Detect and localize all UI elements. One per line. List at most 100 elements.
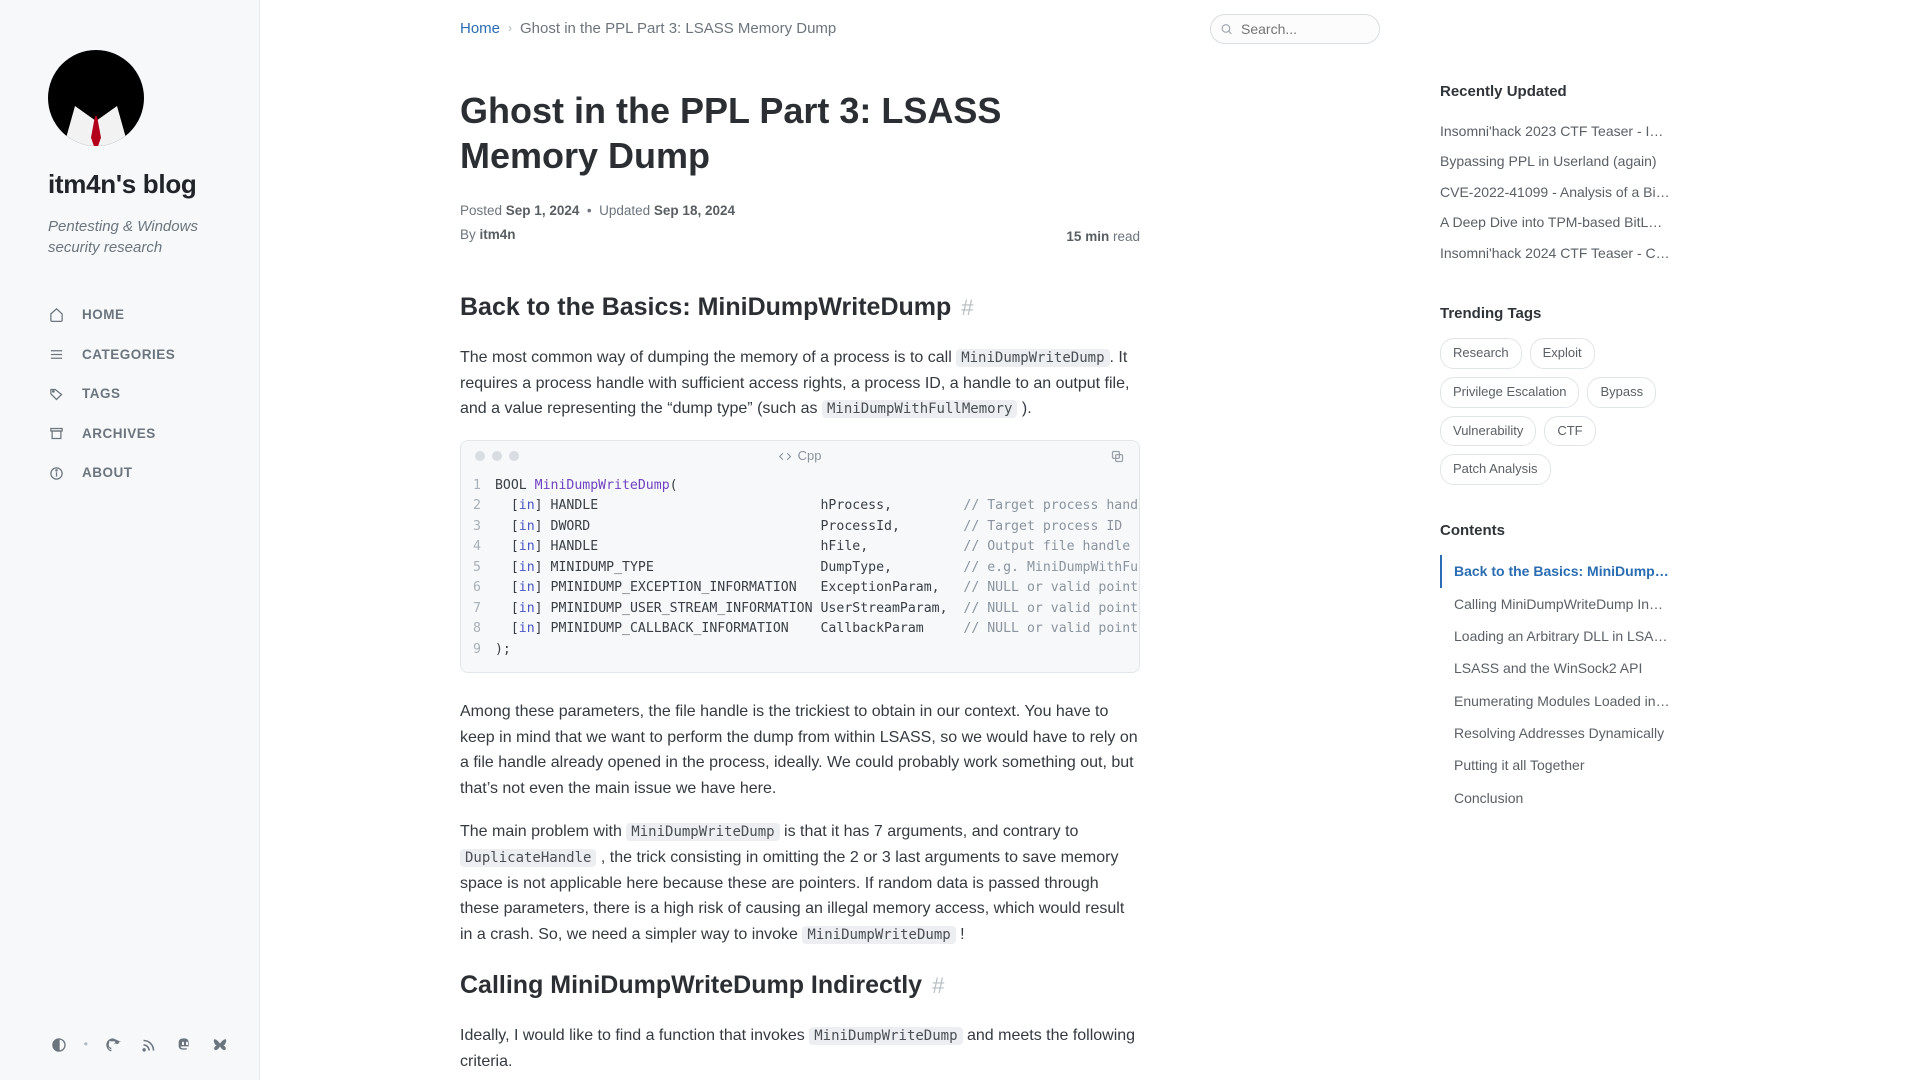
mastodon-icon[interactable] xyxy=(174,1030,196,1060)
separator-dot: • xyxy=(84,1035,88,1054)
sidebar-footer: • xyxy=(48,1030,231,1060)
toc-item[interactable]: Conclusion xyxy=(1440,782,1670,814)
toc-item[interactable]: Enumerating Modules Loaded in LSASS xyxy=(1440,685,1670,717)
readtime-value: 15 min xyxy=(1066,229,1109,244)
tag-pill[interactable]: Vulnerability xyxy=(1440,416,1536,447)
text: The most common way of dumping the memor… xyxy=(460,349,956,366)
updated-date: Sep 18, 2024 xyxy=(654,203,735,218)
github-icon[interactable] xyxy=(102,1030,124,1060)
nav-label: CATEGORIES xyxy=(82,344,175,366)
text: Ideally, I would like to find a function… xyxy=(460,1027,809,1044)
search xyxy=(1210,14,1380,44)
home-icon xyxy=(48,307,64,323)
paragraph: Ideally, I would like to find a function… xyxy=(460,1023,1140,1074)
toc-item[interactable]: Back to the Basics: MiniDumpWriteDump xyxy=(1440,555,1670,587)
copy-icon xyxy=(1110,449,1125,464)
paragraph: The most common way of dumping the memor… xyxy=(460,345,1140,422)
recent-item[interactable]: Insomni'hack 2023 CTF Teaser - InsoBug xyxy=(1440,116,1670,146)
article-title: Ghost in the PPL Part 3: LSASS Memory Du… xyxy=(460,88,1140,178)
toc-item[interactable]: Loading an Arbitrary DLL in LSASS xyxy=(1440,620,1670,652)
recent-item[interactable]: CVE-2022-41099 - Analysis of a BitLocker… xyxy=(1440,177,1670,207)
rss-icon[interactable] xyxy=(138,1030,160,1060)
breadcrumb-separator: › xyxy=(508,19,512,38)
toc-item[interactable]: Putting it all Together xyxy=(1440,749,1670,781)
inline-code: DuplicateHandle xyxy=(460,849,596,867)
toc-item[interactable]: Resolving Addresses Dynamically xyxy=(1440,717,1670,749)
inline-code: MiniDumpWriteDump xyxy=(809,1027,962,1045)
nav-categories[interactable]: CATEGORIES xyxy=(48,335,231,375)
paragraph: Among these parameters, the file handle … xyxy=(460,699,1140,801)
avatar[interactable] xyxy=(48,50,144,146)
nav-archives[interactable]: ARCHIVES xyxy=(48,414,231,454)
code-icon xyxy=(779,450,792,463)
site-title[interactable]: itm4n's blog xyxy=(48,164,231,206)
right-sidebar: Recently Updated Insomni'hack 2023 CTF T… xyxy=(1440,0,1700,1080)
code-language-label: Cpp xyxy=(779,446,822,467)
updated-label: Updated xyxy=(599,203,650,218)
posted-label: Posted xyxy=(460,203,502,218)
code-gutter: 123456789 xyxy=(461,476,495,660)
posted-date: Sep 1, 2024 xyxy=(506,203,580,218)
article-body: Back to the Basics: MiniDumpWriteDump # … xyxy=(460,287,1140,1080)
meta-separator: • xyxy=(583,203,599,218)
nav-label: HOME xyxy=(82,304,125,326)
tag-pill[interactable]: CTF xyxy=(1544,416,1595,447)
recently-updated: Recently Updated Insomni'hack 2023 CTF T… xyxy=(1440,80,1670,268)
article-meta: Posted Sep 1, 2024 • Updated Sep 18, 202… xyxy=(460,200,1140,247)
nav-label: ARCHIVES xyxy=(82,423,156,445)
anchor-icon[interactable]: # xyxy=(961,290,973,325)
text: ! xyxy=(956,926,965,943)
code-language-text: Cpp xyxy=(798,446,822,467)
breadcrumb-current: Ghost in the PPL Part 3: LSASS Memory Du… xyxy=(520,17,836,41)
toc-item[interactable]: LSASS and the WinSock2 API xyxy=(1440,652,1670,684)
tag-pill[interactable]: Privilege Escalation xyxy=(1440,377,1579,408)
heading-back-to-basics: Back to the Basics: MiniDumpWriteDump # xyxy=(460,287,1140,327)
tags-list: Research Exploit Privilege Escalation Bypas… xyxy=(1440,338,1670,485)
search-input[interactable] xyxy=(1210,14,1380,44)
main: Home › Ghost in the PPL Part 3: LSASS Me… xyxy=(260,0,1920,1080)
text: The main problem with xyxy=(460,823,626,840)
breadcrumb: Home › Ghost in the PPL Part 3: LSASS Me… xyxy=(460,17,836,41)
nav-home[interactable]: HOME xyxy=(48,295,231,335)
toc-list: Back to the Basics: MiniDumpWriteDumpCal… xyxy=(1440,555,1670,814)
anchor-icon[interactable]: # xyxy=(932,968,944,1003)
recent-heading: Recently Updated xyxy=(1440,80,1670,104)
inline-code: MiniDumpWriteDump xyxy=(626,823,779,841)
tags-heading: Trending Tags xyxy=(1440,302,1670,326)
tag-pill[interactable]: Bypass xyxy=(1587,377,1656,408)
info-icon xyxy=(48,465,64,481)
copy-button[interactable] xyxy=(1110,449,1125,464)
window-dots-icon xyxy=(475,451,519,461)
nav-tags[interactable]: TAGS xyxy=(48,374,231,414)
recent-item[interactable]: Insomni'hack 2024 CTF Teaser - Cache Cac… xyxy=(1440,238,1670,268)
contents: Contents Back to the Basics: MiniDumpWri… xyxy=(1440,519,1670,814)
toc-item[interactable]: Calling MiniDumpWriteDump Indirectly xyxy=(1440,588,1670,620)
recent-list: Insomni'hack 2023 CTF Teaser - InsoBugBy… xyxy=(1440,116,1670,268)
archive-icon xyxy=(48,426,64,442)
tag-pill[interactable]: Research xyxy=(1440,338,1522,369)
inline-code: MiniDumpWriteDump xyxy=(802,926,955,944)
tag-pill[interactable]: Exploit xyxy=(1530,338,1595,369)
theme-toggle-icon[interactable] xyxy=(48,1030,70,1060)
site-subtitle: Pentesting & Windows security research xyxy=(48,216,231,260)
nav-about[interactable]: ABOUT xyxy=(48,453,231,493)
author[interactable]: itm4n xyxy=(480,227,516,242)
heading-calling-indirectly: Calling MiniDumpWriteDump Indirectly # xyxy=(460,965,1140,1005)
nav-label: ABOUT xyxy=(82,462,133,484)
paragraph: The main problem with MiniDumpWriteDump … xyxy=(460,819,1140,947)
toc-heading: Contents xyxy=(1440,519,1670,543)
text: ). xyxy=(1017,400,1031,417)
bluesky-icon[interactable] xyxy=(209,1030,231,1060)
code-content[interactable]: BOOL MiniDumpWriteDump( [in] HANDLE hPro… xyxy=(495,476,1139,660)
recent-item[interactable]: A Deep Dive into TPM-based BitLocker Dri… xyxy=(1440,207,1670,237)
recent-item[interactable]: Bypassing PPL in Userland (again) xyxy=(1440,146,1670,176)
categories-icon xyxy=(48,346,64,362)
trending-tags: Trending Tags Research Exploit Privilege E… xyxy=(1440,302,1670,485)
by-label: By xyxy=(460,227,476,242)
heading-text: Calling MiniDumpWriteDump Indirectly xyxy=(460,965,922,1005)
readtime-suffix: read xyxy=(1113,229,1140,244)
breadcrumb-home[interactable]: Home xyxy=(460,17,500,41)
heading-text: Back to the Basics: MiniDumpWriteDump xyxy=(460,287,951,327)
topbar: Home › Ghost in the PPL Part 3: LSASS Me… xyxy=(460,14,1380,44)
tag-pill[interactable]: Patch Analysis xyxy=(1440,454,1551,485)
